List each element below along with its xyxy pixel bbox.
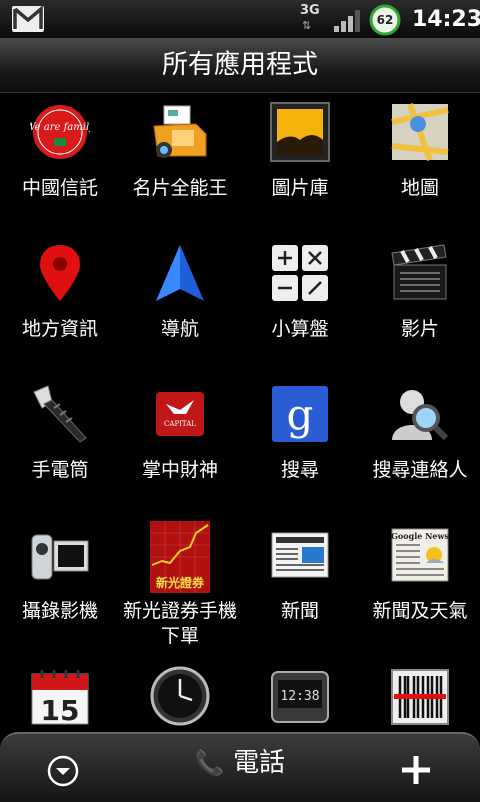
app-label: 新聞 xyxy=(280,600,319,622)
newspaper-icon xyxy=(270,525,330,585)
title-bar: 所有應用程式 xyxy=(0,38,480,93)
app-news[interactable]: 新聞 xyxy=(240,515,360,656)
ctbc-logo-text: We are family xyxy=(30,122,90,133)
digital-clock-icon: 12:38 xyxy=(270,666,330,726)
app-news-weather[interactable]: Google News 新聞及天氣 xyxy=(360,515,480,656)
app-label: 新光證券手機下單 xyxy=(122,600,237,647)
app-label: 影片 xyxy=(400,318,439,340)
app-skis-securities[interactable]: 新光證券 新光證券手機下單 xyxy=(120,515,240,656)
flashlight-icon xyxy=(30,384,90,444)
clapperboard-icon xyxy=(390,243,450,303)
calculator-icon xyxy=(270,243,330,303)
app-label: 攝錄影機 xyxy=(21,600,98,622)
network-type: 3G xyxy=(300,3,320,18)
battery-icon: 62 xyxy=(369,4,401,36)
app-label: 小算盤 xyxy=(271,318,329,340)
digital-clock-text: 12:38 xyxy=(280,689,319,704)
app-navigation[interactable]: 導航 xyxy=(120,233,240,374)
app-maps[interactable]: 地圖 xyxy=(360,92,480,233)
google-g-text: g xyxy=(287,390,314,439)
ctbc-icon: We are family xyxy=(25,102,95,162)
calendar-icon: 15 xyxy=(30,666,90,727)
app-label: 導航 xyxy=(160,318,199,340)
app-label: 新聞及天氣 xyxy=(372,600,468,622)
page-title: 所有應用程式 xyxy=(161,50,318,80)
status-clock: 14:23 xyxy=(412,7,480,32)
app-calculator[interactable]: 小算盤 xyxy=(240,233,360,374)
phone-label: 電話 xyxy=(233,748,286,778)
add-button[interactable] xyxy=(398,752,434,788)
clock-icon xyxy=(150,666,210,726)
calendar-day-text: 15 xyxy=(41,694,80,726)
signal-icon xyxy=(334,10,364,32)
bottom-bar: 📞 電話 xyxy=(0,732,480,802)
app-camcorder[interactable]: 攝錄影機 xyxy=(0,515,120,656)
app-ctbc[interactable]: We are family 中國信託 xyxy=(0,92,120,233)
app-video[interactable]: 影片 xyxy=(360,233,480,374)
data-arrows-icon: ⇅ xyxy=(302,19,312,32)
navigation-arrow-icon xyxy=(150,243,210,303)
app-label: 中國信託 xyxy=(21,177,98,199)
app-label: 掌中財神 xyxy=(141,459,218,481)
app-label: 地圖 xyxy=(400,177,439,199)
business-card-icon xyxy=(150,102,210,162)
app-search[interactable]: g 搜尋 xyxy=(240,374,360,515)
app-label: 地方資訊 xyxy=(21,318,98,340)
maps-icon xyxy=(390,102,450,162)
app-flashlight[interactable]: 手電筒 xyxy=(0,374,120,515)
app-label: 搜尋連絡人 xyxy=(372,459,468,481)
app-places[interactable]: 地方資訊 xyxy=(0,233,120,374)
phone-icon: 📞 xyxy=(194,749,225,777)
app-label: 名片全能王 xyxy=(132,177,228,199)
google-news-text: Google News xyxy=(391,531,449,541)
barcode-scanner-icon xyxy=(390,666,450,726)
contact-search-icon xyxy=(390,384,450,444)
securities-text: 新光證券 xyxy=(156,575,205,590)
app-gallery[interactable]: 圖片庫 xyxy=(240,92,360,233)
battery-level: 62 xyxy=(376,13,394,27)
camcorder-icon xyxy=(30,525,90,585)
google-search-icon: g xyxy=(270,384,330,444)
app-label: 搜尋 xyxy=(280,459,319,481)
status-bar: 3G ⇅ 62 14:23 xyxy=(0,0,480,38)
app-label: 手電筒 xyxy=(31,459,89,481)
google-news-icon: Google News xyxy=(390,525,450,585)
map-pin-icon xyxy=(30,243,90,303)
plus-icon xyxy=(402,756,430,784)
app-capital[interactable]: CAPITAL 掌中財神 xyxy=(120,374,240,515)
capital-logo-icon: CAPITAL xyxy=(150,384,210,444)
stock-chart-icon: 新光證券 xyxy=(150,521,210,593)
app-grid: We are family 中國信託 名片全能王 xyxy=(0,92,480,732)
gmail-icon xyxy=(12,5,44,32)
capital-text: CAPITAL xyxy=(164,420,196,428)
app-camcard[interactable]: 名片全能王 xyxy=(120,92,240,233)
app-contact-search[interactable]: 搜尋連絡人 xyxy=(360,374,480,515)
app-label: 圖片庫 xyxy=(271,177,329,199)
gallery-icon xyxy=(270,102,330,162)
